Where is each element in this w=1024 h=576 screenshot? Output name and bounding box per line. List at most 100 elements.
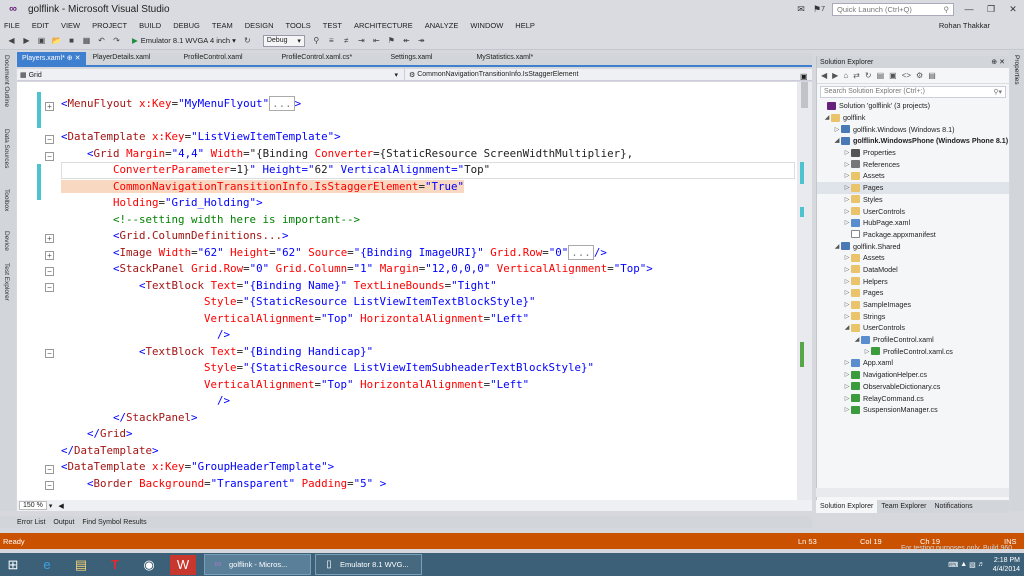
menu-test[interactable]: TEST [323, 21, 342, 30]
outline-collapse-icon[interactable]: − [45, 135, 54, 144]
windows-start-icon[interactable]: ⊞ [0, 555, 26, 575]
code-line[interactable]: <DataTemplate x:Key="ListViewItemTemplat… [61, 129, 653, 146]
expand-arrow-icon[interactable]: ▷ [843, 406, 851, 413]
code-line[interactable]: <TextBlock Text="{Binding Name}" TextLin… [61, 278, 653, 295]
open-file-icon[interactable]: 📂 [51, 35, 62, 46]
signed-in-user[interactable]: Rohan Thakkar [939, 21, 990, 30]
sync-icon[interactable]: ⇄ [853, 71, 860, 80]
tree-node-item[interactable]: ▷ Pages [817, 287, 1009, 299]
forward-icon[interactable]: ▶ [21, 35, 32, 46]
outline-collapse-icon[interactable]: − [45, 283, 54, 292]
tab-profilecontrol-xaml-cs[interactable]: ProfileControl.xaml.cs* [276, 52, 384, 65]
tree-node-item[interactable]: ▷ Helpers [817, 275, 1009, 287]
tree-node-item[interactable]: ▷ UserControls [817, 205, 1009, 217]
close-icon[interactable]: ✕ [75, 55, 81, 62]
code-line[interactable]: CommonNavigationTransitionInfo.IsStagger… [61, 179, 653, 196]
expand-arrow-icon[interactable]: ▷ [843, 313, 851, 320]
expand-arrow-icon[interactable]: ▷ [843, 395, 851, 402]
undo-icon[interactable]: ↶ [96, 35, 107, 46]
data-sources-tab[interactable]: Data Sources [3, 129, 10, 168]
tab-profilecontrol-xaml[interactable]: ProfileControl.xaml [178, 52, 275, 65]
tab-players-xaml[interactable]: Players.xaml* ⊕ ✕ [17, 52, 87, 65]
expand-arrow-icon[interactable]: ▷ [843, 371, 851, 378]
tab-notifications[interactable]: Notifications [930, 500, 976, 513]
tree-node-item[interactable]: ▷ SampleImages [817, 299, 1009, 311]
save-icon[interactable]: ■ [66, 35, 77, 46]
editor-vertical-scrollbar[interactable]: ▣ [797, 72, 812, 500]
notifications-icon[interactable]: ⚑ 7 [812, 2, 826, 16]
tree-node-item[interactable]: ▷ NavigationHelper.cs [817, 369, 1009, 381]
collapse-arrow-icon[interactable]: ◢ [833, 137, 841, 144]
redo-icon[interactable]: ↷ [111, 35, 122, 46]
configuration-select[interactable]: Debug ▾ [262, 34, 305, 47]
tab-playerdetails-xaml[interactable]: PlayerDetails.xaml [87, 52, 177, 65]
clock[interactable]: 2:18 PM 4/4/2014 [993, 556, 1020, 574]
tree-node-solution[interactable]: Solution 'golflink' (3 projects) [817, 100, 1009, 112]
tree-node-project[interactable]: ◢ golflink.WindowsPhone (Windows Phone 8.… [817, 135, 1009, 147]
pin-icon[interactable]: ⊕ [991, 59, 997, 66]
tree-node-project[interactable]: ▷ golflink.Windows (Windows 8.1) [817, 123, 1009, 135]
menu-design[interactable]: DESIGN [245, 21, 274, 30]
menu-project[interactable]: PROJECT [92, 21, 127, 30]
taskbar-app-visual-studio[interactable]: ∞ golflink - Micros... [204, 554, 311, 575]
tree-node-item[interactable]: ▷ ObservableDictionary.cs [817, 381, 1009, 393]
tree-node-item[interactable]: ▷ Styles [817, 194, 1009, 206]
back-icon[interactable]: ◀ [6, 35, 17, 46]
tab-settings-xaml[interactable]: Settings.xaml [385, 52, 470, 65]
minimize-button[interactable]: — [958, 0, 980, 18]
expand-arrow-icon[interactable]: ▷ [843, 196, 851, 203]
tab-output[interactable]: Output [53, 519, 74, 526]
device-tab[interactable]: Device [3, 231, 10, 251]
preview-icon[interactable]: ▤ [928, 71, 936, 80]
tab-error-list[interactable]: Error List [17, 519, 45, 526]
outline-collapse-icon[interactable]: − [45, 481, 54, 490]
menu-debug[interactable]: DEBUG [173, 21, 200, 30]
network-icon[interactable]: ▧ [969, 561, 976, 569]
bookmark-icon[interactable]: ⚑ [386, 35, 397, 46]
toolbox-tab[interactable]: Toolbox [3, 189, 10, 211]
outline-collapse-icon[interactable]: − [45, 465, 54, 474]
expand-arrow-icon[interactable]: ▷ [843, 219, 851, 226]
file-explorer-icon[interactable]: ▤ [68, 555, 94, 575]
collapse-arrow-icon[interactable]: ◢ [853, 336, 861, 343]
tree-node-item[interactable]: ◢ ProfileControl.xaml [817, 334, 1009, 346]
tree-node-project[interactable]: ◢ golflink.Shared [817, 240, 1009, 252]
pin-icon[interactable]: ⊕ [67, 55, 73, 62]
tree-node-item[interactable]: ▷ RelayCommand.cs [817, 392, 1009, 404]
forward-icon[interactable]: ▶ [832, 71, 838, 80]
tree-node-item[interactable]: ◢ UserControls [817, 322, 1009, 334]
find-icon[interactable]: ⚲ [311, 35, 322, 46]
chevron-down-icon[interactable]: ▾ [49, 502, 53, 510]
restore-button[interactable]: ❐ [980, 0, 1002, 18]
code-line[interactable]: <MenuFlyout x:Key="MyMenuFlyout"... > [61, 96, 653, 113]
expand-arrow-icon[interactable]: ▷ [843, 278, 851, 285]
expand-arrow-icon[interactable]: ▷ [843, 149, 851, 156]
code-line[interactable]: <Grid Margin="4,4" Width="{Binding Conve… [61, 146, 653, 163]
next-bookmark-icon[interactable]: ↠ [416, 35, 427, 46]
run-button[interactable]: ▶ Emulator 8.1 WVGA 4 inch ▾ [132, 36, 236, 45]
scroll-left-icon[interactable]: ◀ [58, 502, 63, 510]
tree-node-item[interactable]: ▷ Properties [817, 147, 1009, 159]
tab-solution-explorer[interactable]: Solution Explorer [816, 500, 878, 513]
paint-icon[interactable]: ◉ [136, 555, 162, 575]
quick-launch-input[interactable]: Quick Launch (Ctrl+Q) ⚲ [832, 2, 954, 16]
code-line[interactable]: </Grid> [61, 426, 653, 443]
expand-arrow-icon[interactable]: ▷ [843, 289, 851, 296]
menu-architecture[interactable]: ARCHITECTURE [354, 21, 413, 30]
tree-node-item[interactable]: Package.appxmanifest [817, 229, 1009, 241]
outline-expand-icon[interactable]: + [45, 102, 54, 111]
code-line[interactable]: <!--setting width here is important--> [61, 212, 653, 229]
properties-icon[interactable]: ⚙ [916, 71, 923, 80]
t-app-icon[interactable]: T [102, 555, 128, 575]
tree-node-project[interactable]: ◢ golflink [817, 112, 1009, 124]
word-icon[interactable]: W [170, 554, 196, 575]
tree-node-item[interactable]: ▷ SuspensionManager.cs [817, 404, 1009, 416]
expand-arrow-icon[interactable]: ▷ [843, 184, 851, 191]
expand-arrow-icon[interactable]: ▷ [863, 348, 871, 355]
outdent-icon[interactable]: ⇤ [371, 35, 382, 46]
code-line[interactable]: VerticalAlignment="Top" HorizontalAlignm… [61, 311, 653, 328]
uncomment-icon[interactable]: ≠ [341, 35, 352, 46]
code-line[interactable]: <Image Width="62" Height="62" Source="{B… [61, 244, 653, 262]
menu-tools[interactable]: TOOLS [286, 21, 311, 30]
outline-collapse-icon[interactable]: − [45, 152, 54, 161]
